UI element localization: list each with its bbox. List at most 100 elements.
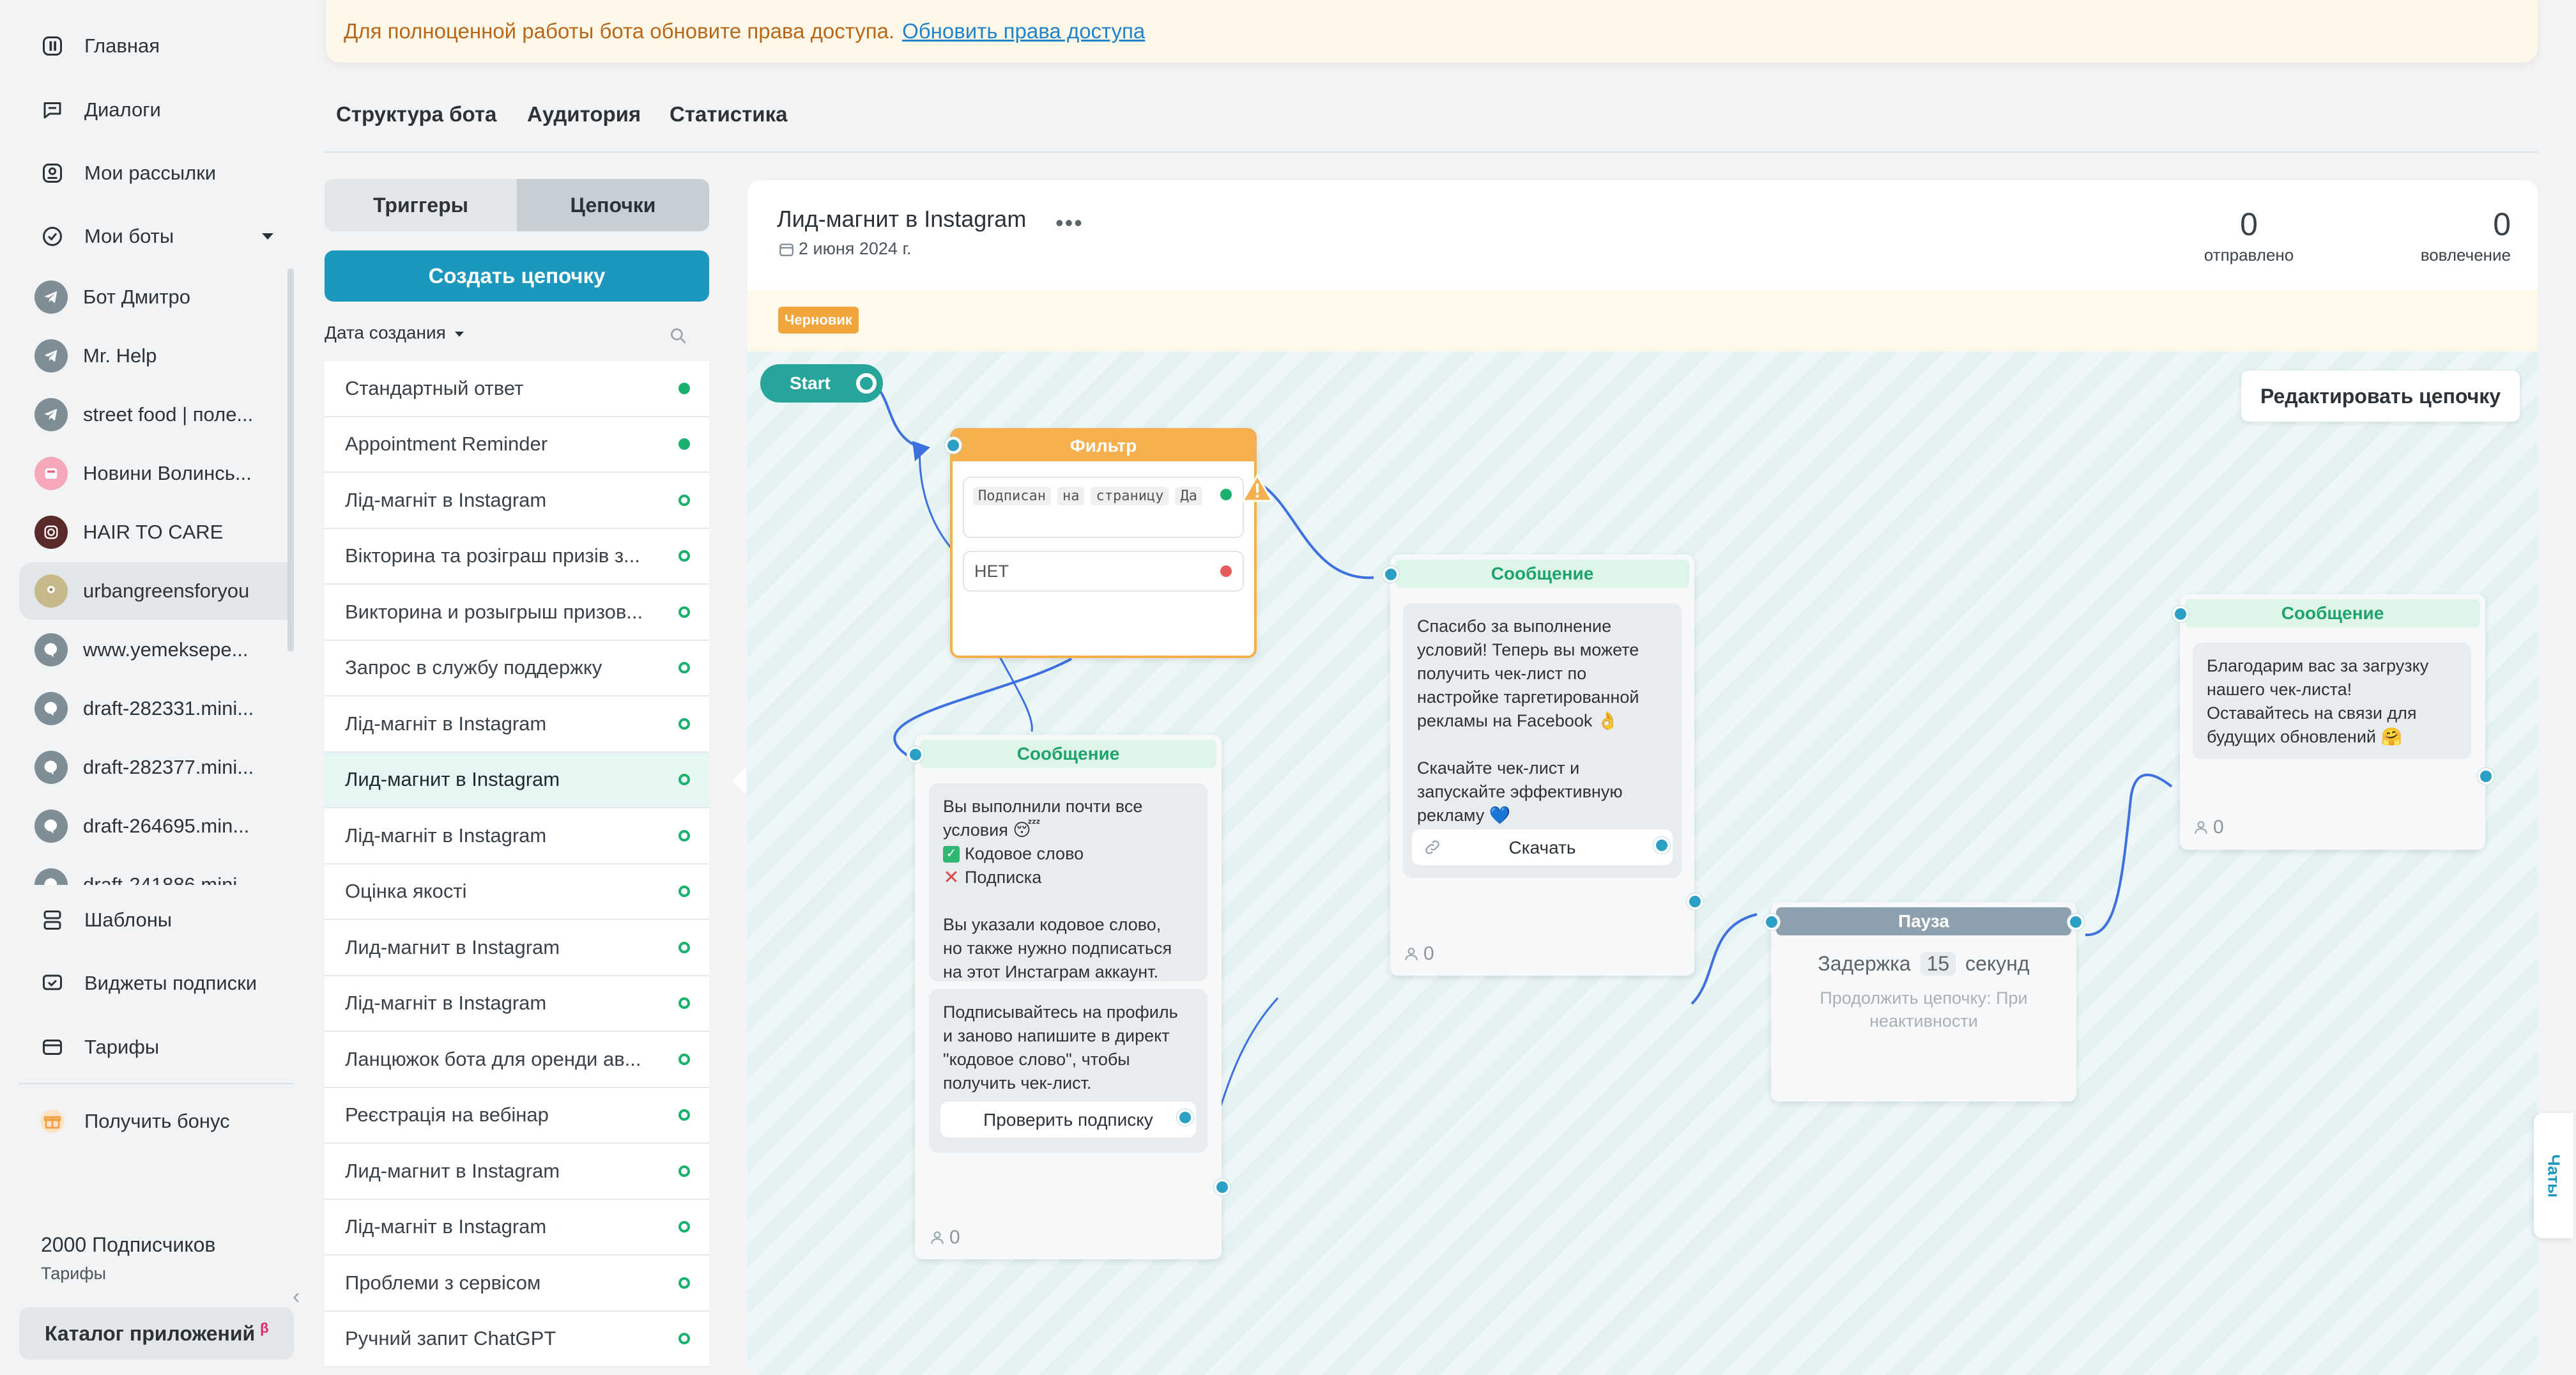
delay-unit: секунд <box>1965 952 2030 975</box>
update-permissions-link[interactable]: Обновить права доступа <box>902 19 1145 43</box>
nav-label: Шаблоны <box>84 909 172 931</box>
bot-item[interactable]: draft-282331.mini... <box>19 680 294 737</box>
start-output-pin[interactable] <box>856 373 877 394</box>
bot-item[interactable]: Новини Волинсь... <box>19 445 294 502</box>
message-node-incomplete[interactable]: Сообщение Вы выполнили почти все условия… <box>907 735 1230 1259</box>
chats-side-tab[interactable]: Чаты <box>2534 1113 2573 1238</box>
app-catalog-button[interactable]: Каталог приложений β <box>19 1307 294 1360</box>
nav-label: Мои рассылки <box>84 162 217 184</box>
tariffs-link[interactable]: Тарифы <box>41 1264 106 1284</box>
chain-list-item[interactable]: Ручний запит ChatGPT <box>325 1311 709 1367</box>
filter-input-pin[interactable] <box>945 437 962 454</box>
button-output-pin[interactable] <box>1653 837 1670 854</box>
text-line: Скачайте чек-лист и <box>1417 758 1580 778</box>
message-bubble: Спасибо за выполнение условий! Теперь вы… <box>1403 603 1682 878</box>
filter-no-branch[interactable]: НЕТ <box>963 551 1244 592</box>
bot-label: www.yemeksepe... <box>83 638 249 661</box>
chevron-down-icon[interactable] <box>262 233 273 240</box>
bot-item[interactable]: Mr. Help <box>19 327 294 385</box>
output-pin[interactable] <box>1687 893 1703 910</box>
bot-item[interactable]: street food | поле... <box>19 386 294 443</box>
chain-list-item[interactable]: Лід-магніт в Instagram <box>325 976 709 1032</box>
nav-my-bots[interactable]: Мои боты <box>19 208 300 265</box>
segment-triggers[interactable]: Триггеры <box>325 179 517 231</box>
search-icon[interactable] <box>668 326 689 350</box>
input-pin[interactable] <box>1763 914 1780 930</box>
input-pin[interactable] <box>1383 566 1399 583</box>
segment-chains[interactable]: Цепочки <box>517 179 709 231</box>
tab-bot-structure[interactable]: Структура бота <box>336 102 496 127</box>
input-pin[interactable] <box>907 746 924 763</box>
chain-list-item[interactable]: Лид-магнит в Instagram <box>325 752 709 808</box>
chain-list-item[interactable]: Лід-магніт в Instagram <box>325 1199 709 1256</box>
bot-item[interactable]: Бот Дмитро <box>19 268 294 326</box>
chain-list-item[interactable]: Лид-магнит в Instagram <box>325 1144 709 1200</box>
yes-output-pin[interactable] <box>1218 487 1234 502</box>
chain-list-item[interactable]: Стандартный ответ <box>325 361 709 417</box>
collapse-sidebar-icon[interactable]: ‹ <box>293 1284 300 1309</box>
start-node[interactable]: Start <box>760 364 883 403</box>
chain-date: 2 июня 2024 г. <box>778 239 912 259</box>
bot-label: draft-282377.mini... <box>83 756 254 778</box>
sidebar-scrollbar[interactable] <box>288 268 294 652</box>
text-line: рекламы на Facebook 👌 <box>1417 711 1619 730</box>
nav-widgets[interactable]: Виджеты подписки <box>19 955 300 1012</box>
chain-name: Лид-магнит в Instagram <box>345 935 560 958</box>
nav-label: Мои боты <box>84 225 174 247</box>
input-pin[interactable] <box>2172 606 2189 622</box>
create-chain-button[interactable]: Создать цепочку <box>325 250 709 302</box>
bonus-link[interactable]: Получить бонус <box>19 1093 300 1150</box>
text-line: рекламу 💙 <box>1417 806 1511 825</box>
message-node-thanks[interactable]: Сообщение Благодарим вас за загрузку наш… <box>2172 594 2494 850</box>
message-node-success[interactable]: Сообщение Спасибо за выполнение условий!… <box>1383 555 1703 976</box>
permissions-banner: Для полноценной работы бота обновите пра… <box>326 0 2538 63</box>
bot-item[interactable]: HAIR TO CARE <box>19 503 294 561</box>
pause-node[interactable]: Пауза Задержка 15 секунд Продолжить цепо… <box>1763 902 2084 1102</box>
no-output-pin[interactable] <box>1218 564 1234 579</box>
chain-list-item[interactable]: Лид-магнит в Instagram <box>325 920 709 976</box>
chain-list-item[interactable]: Лід-магніт в Instagram <box>325 808 709 864</box>
chain-list-item[interactable]: Ланцюжок бота для оренди ав... <box>325 1032 709 1088</box>
check-subscription-button[interactable]: Проверить подписку <box>940 1102 1196 1137</box>
filter-node[interactable]: Фильтр Подписан на страницу Да НЕТ <box>945 428 1257 658</box>
nav-broadcasts[interactable]: Мои рассылки <box>19 144 300 202</box>
chain-list-item[interactable]: Appointment Reminder <box>325 417 709 473</box>
output-pin[interactable] <box>2067 914 2084 930</box>
bot-item[interactable]: draft-282377.mini... <box>19 739 294 796</box>
bot-item[interactable]: urbangreensforyou <box>19 562 294 620</box>
tab-statistics[interactable]: Статистика <box>670 102 787 127</box>
text-line: неактивности <box>1869 1011 1978 1031</box>
flow-canvas[interactable]: Start Фильтр Подписан на страницу Да НЕТ <box>747 351 2538 1375</box>
engagement-value: 0 <box>2493 206 2511 242</box>
chain-list-item[interactable]: Проблеми з сервісом <box>325 1256 709 1312</box>
bot-item[interactable]: draft-241886.mini... <box>19 856 294 885</box>
link-icon <box>1423 838 1441 862</box>
warning-icon[interactable] <box>1241 473 1274 505</box>
text-line: Вы указали кодовое слово, <box>943 915 1162 934</box>
output-pin[interactable] <box>1214 1179 1230 1195</box>
filter-condition[interactable]: Подписан на страницу Да <box>963 477 1244 538</box>
nav-dialogs[interactable]: Диалоги <box>19 81 300 139</box>
sort-dropdown[interactable]: Дата создания <box>325 323 464 343</box>
chain-list-item[interactable]: Лід-магніт в Instagram <box>325 473 709 529</box>
nav-home[interactable]: Главная <box>19 17 300 75</box>
chain-list-item[interactable]: Вікторина та розіграш призів з... <box>325 528 709 585</box>
nav-tariffs[interactable]: Тарифы <box>19 1018 300 1076</box>
tab-audience[interactable]: Аудитория <box>527 102 641 127</box>
edit-chain-button[interactable]: Редактировать цепочку <box>2241 371 2520 422</box>
bot-item[interactable]: draft-264695.min... <box>19 797 294 855</box>
chain-list-item[interactable]: Запрос в службу поддержку <box>325 640 709 696</box>
status-badge: Черновик <box>778 307 859 334</box>
bot-item[interactable]: www.yemeksepe... <box>19 621 294 679</box>
button-output-pin[interactable] <box>1177 1109 1193 1126</box>
delay-value: 15 <box>1920 952 1956 976</box>
download-button[interactable]: Скачать <box>1412 829 1673 865</box>
chain-list-item[interactable]: Викторина и розыгрыш призов... <box>325 585 709 641</box>
more-options-icon[interactable]: ••• <box>1055 210 1084 236</box>
output-pin[interactable] <box>2478 768 2494 785</box>
chain-list-item[interactable]: Реєстрація на вебінар <box>325 1087 709 1144</box>
nav-templates[interactable]: Шаблоны <box>19 891 300 949</box>
chain-list-item[interactable]: Оцінка якості <box>325 864 709 920</box>
chain-list: Стандартный ответ Appointment Reminder Лід… <box>325 361 709 1367</box>
chain-list-item[interactable]: Лід-магніт в Instagram <box>325 696 709 753</box>
